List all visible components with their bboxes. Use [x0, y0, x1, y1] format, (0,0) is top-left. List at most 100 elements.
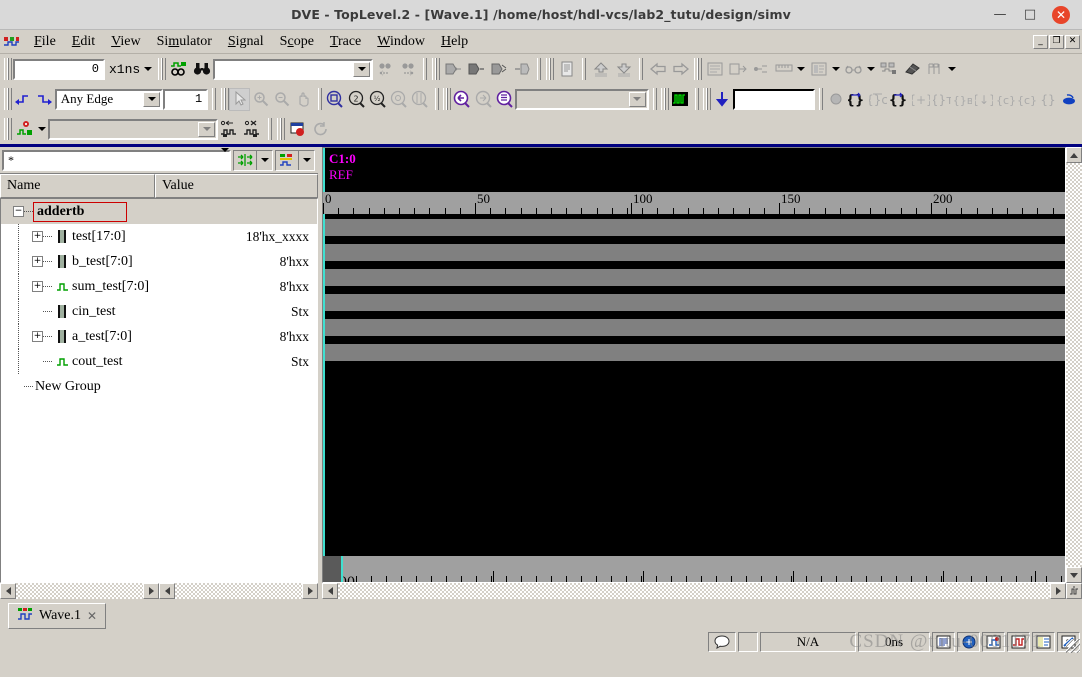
collapse-bus-icon[interactable] — [464, 58, 487, 81]
tree-node-addertb[interactable]: − addertb — [1, 201, 197, 222]
edge-count-field[interactable]: 1 — [163, 88, 209, 110]
search-combo[interactable] — [213, 58, 374, 80]
scroll-left-button-2[interactable] — [159, 583, 175, 599]
flags-dropdown-arrow[interactable] — [946, 58, 958, 81]
column-header-value[interactable]: Value — [155, 174, 318, 198]
ruler-icon[interactable] — [772, 58, 795, 81]
expander-icon[interactable]: + — [32, 331, 43, 342]
zoom-range-dropdown-arrow[interactable] — [628, 91, 646, 107]
toolbar-grip-8[interactable] — [441, 87, 452, 111]
select-pointer-icon[interactable] — [229, 87, 251, 111]
menu-help[interactable]: Help — [433, 32, 476, 52]
scroll-track-left[interactable] — [16, 583, 143, 599]
move-up-icon[interactable] — [589, 58, 612, 81]
waveform-group-dropdown-arrow[interactable] — [298, 150, 314, 170]
signal-name-value[interactable] — [50, 121, 197, 138]
waveform-canvas[interactable]: C1:0 REF 0 50 100 150 200 020004000600080001… — [323, 148, 1065, 582]
mdi-close-button[interactable]: ✕ — [1065, 34, 1080, 49]
expander-icon[interactable]: + — [32, 256, 43, 267]
mdi-restore-button[interactable]: ❐ — [1049, 34, 1064, 49]
zoom-2x-icon[interactable]: 2 — [346, 88, 367, 111]
signal-name-combo[interactable] — [48, 118, 218, 140]
waveform-vscrollbar[interactable] — [1066, 147, 1082, 583]
forward-icon[interactable] — [669, 58, 692, 81]
goto-time-field[interactable] — [732, 88, 815, 110]
bus-builder-icon[interactable] — [877, 58, 900, 81]
signal-filter-combo[interactable]: * — [2, 147, 231, 171]
toolbar-grip-7[interactable] — [219, 87, 230, 111]
zoom-range-combo[interactable] — [515, 88, 649, 110]
down-arrow-icon[interactable] — [712, 88, 733, 111]
table-row[interactable]: New Group — [1, 374, 317, 399]
tree-node-sum-test[interactable]: + sum_test[7:0] — [1, 274, 197, 299]
waveform-row-cout-test[interactable] — [323, 344, 1065, 361]
tree-node-new-group[interactable]: New Group — [1, 379, 197, 395]
search-dropdown-arrow[interactable] — [353, 61, 371, 77]
schematic-view-icon[interactable] — [957, 632, 980, 652]
waveform-hscrollbar[interactable] — [322, 583, 1082, 599]
wave-scroll-track[interactable] — [338, 583, 1050, 599]
zoom-out-icon[interactable] — [272, 88, 293, 111]
reload-icon[interactable] — [309, 118, 332, 141]
ungroup-signal-icon[interactable] — [510, 58, 533, 81]
menu-simulator[interactable]: Simulator — [149, 32, 220, 52]
toolbar-grip-2[interactable] — [156, 57, 167, 81]
binoculars-icon[interactable] — [190, 58, 213, 81]
brace-add-icon[interactable]: {} — [846, 88, 867, 111]
menu-edit[interactable]: Edit — [64, 32, 103, 52]
toolbar-grip-12[interactable] — [275, 117, 285, 141]
scroll-down-button[interactable] — [1066, 567, 1082, 583]
pan-hand-icon[interactable] — [293, 88, 314, 111]
tree-node-cout-test[interactable]: cout_test — [1, 349, 197, 374]
maximize-icon[interactable]: □ — [1022, 7, 1038, 23]
zoom-region-icon[interactable] — [410, 88, 431, 111]
signal-flow-dropdown-arrow[interactable] — [256, 150, 272, 170]
scroll-track-right[interactable] — [175, 583, 302, 599]
waveform-compare-icon[interactable] — [167, 58, 190, 81]
find-next-icon[interactable] — [396, 58, 419, 81]
brace-p-icon[interactable]: {} — [1038, 88, 1059, 111]
menu-view[interactable]: View — [103, 32, 149, 52]
undo-blue-icon[interactable] — [1059, 88, 1080, 111]
brace-top-icon[interactable]: {}т — [931, 88, 952, 111]
list-zoom-icon[interactable] — [494, 88, 515, 111]
brace-fill-icon[interactable]: {} — [889, 88, 910, 111]
signal-filter-input[interactable]: * — [4, 152, 221, 169]
brace-t-icon[interactable]: {+} — [910, 88, 931, 111]
find-prev-icon[interactable] — [373, 58, 396, 81]
edge-mode-dropdown-arrow[interactable] — [143, 91, 161, 107]
time-ruler-bottom[interactable]: 0200040006000800010 — [323, 556, 1065, 582]
waveform-row-cin-test[interactable] — [323, 294, 1065, 311]
tree-node-b-test[interactable]: + b_test[7:0] — [1, 249, 197, 274]
toolbar-grip-3[interactable] — [430, 57, 441, 81]
add-signal-icon[interactable] — [13, 118, 36, 141]
zoom-half-icon[interactable]: ½ — [367, 88, 388, 111]
glasses-icon[interactable] — [842, 58, 865, 81]
table-row[interactable]: cout_test Stx — [1, 349, 317, 374]
toolbar-grip-4[interactable] — [544, 57, 555, 81]
scroll-left-button[interactable] — [0, 583, 16, 599]
tree-node-cin-test[interactable]: cin_test — [1, 299, 197, 324]
scroll-right-button[interactable] — [143, 583, 159, 599]
eraser-icon[interactable] — [900, 58, 923, 81]
waveform-signal-area[interactable] — [323, 214, 1065, 556]
wave-scroll-right-button[interactable] — [1050, 583, 1066, 599]
waveform-row-test170[interactable] — [323, 219, 1065, 236]
expander-icon[interactable]: + — [32, 281, 43, 292]
menu-file[interactable]: File — [26, 32, 64, 52]
group-signal-icon[interactable] — [487, 58, 510, 81]
flags-icon[interactable] — [923, 58, 946, 81]
zoom-in-icon[interactable] — [250, 88, 271, 111]
waveform-row-b-test70[interactable] — [323, 244, 1065, 261]
message-balloon-icon[interactable] — [708, 632, 736, 652]
time-unit-dropdown[interactable]: x1ns — [105, 62, 156, 77]
waveform-row-a-test70[interactable] — [323, 319, 1065, 336]
detail-view-icon[interactable] — [726, 58, 749, 81]
mdi-minimize-button[interactable]: _ — [1033, 34, 1048, 49]
tab-close-icon[interactable]: ✕ — [87, 609, 97, 623]
path-schematic-icon[interactable] — [982, 632, 1005, 652]
set-radix-icon[interactable] — [218, 118, 241, 141]
toolbar-grip-6[interactable] — [2, 87, 13, 111]
brace-c-icon[interactable]: {}c — [868, 88, 889, 111]
brace-down-icon[interactable]: {↓} — [974, 88, 995, 111]
